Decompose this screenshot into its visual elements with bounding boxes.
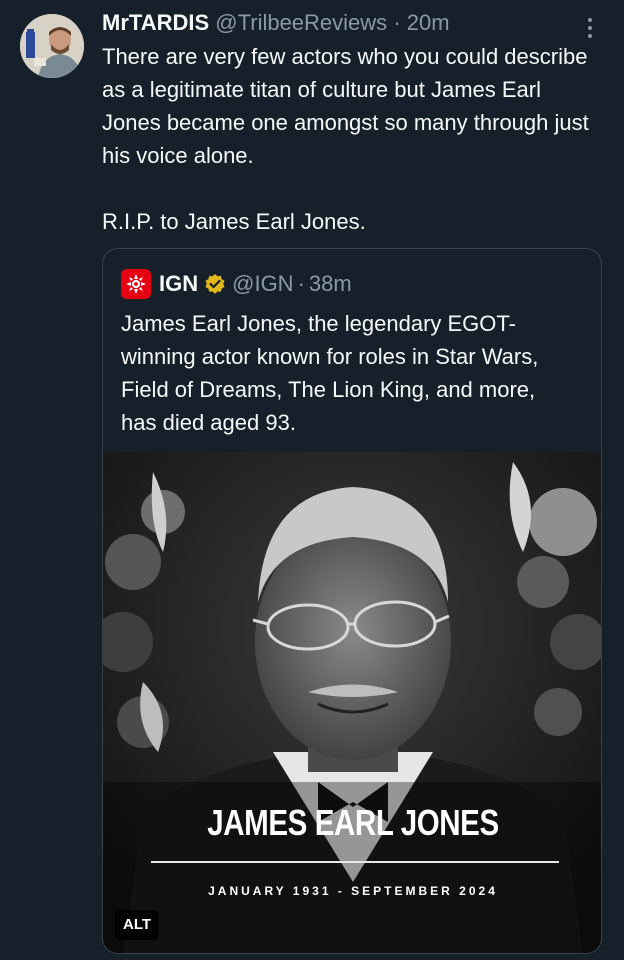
tweet[interactable]: MrTARDIS @TrilbeeReviews · 20m There are…	[0, 0, 624, 960]
photo-headline: JAMES EARL JONES	[207, 802, 499, 843]
tweet-header: MrTARDIS @TrilbeeReviews · 20m	[102, 8, 450, 38]
more-vertical-icon[interactable]	[578, 14, 602, 42]
quoted-tweet-header: IGN @IGN · 38m	[121, 269, 352, 299]
photo-dates: JANUARY 1931 - SEPTEMBER 2024	[208, 884, 498, 898]
quoted-tweet[interactable]: IGN @IGN · 38m James Earl Jones, the leg…	[102, 248, 602, 954]
quoted-media-image[interactable]: JAMES EARL JONES JANUARY 1931 - SEPTEMBE…	[103, 452, 601, 953]
quoted-separator: ·	[297, 271, 305, 296]
quoted-time[interactable]: 38m	[309, 271, 352, 297]
author-name[interactable]: MrTARDIS	[102, 10, 209, 35]
quoted-author-name[interactable]: IGN	[159, 271, 198, 297]
author-handle[interactable]: @TrilbeeReviews	[215, 10, 387, 35]
photo-divider	[151, 861, 559, 863]
portrait-photo	[103, 452, 601, 953]
separator: ·	[393, 10, 401, 35]
verified-badge-icon	[204, 273, 226, 295]
avatar-image	[20, 14, 84, 78]
avatar[interactable]	[20, 14, 84, 78]
quoted-tweet-text: James Earl Jones, the legendary EGOT-win…	[121, 311, 539, 435]
tweet-text: There are very few actors who you could …	[102, 44, 589, 234]
alt-text-button[interactable]: ALT	[115, 910, 160, 940]
tweet-time[interactable]: 20m	[407, 10, 450, 35]
ign-logo-icon	[121, 269, 151, 299]
quoted-author-handle[interactable]: @IGN	[232, 271, 293, 297]
